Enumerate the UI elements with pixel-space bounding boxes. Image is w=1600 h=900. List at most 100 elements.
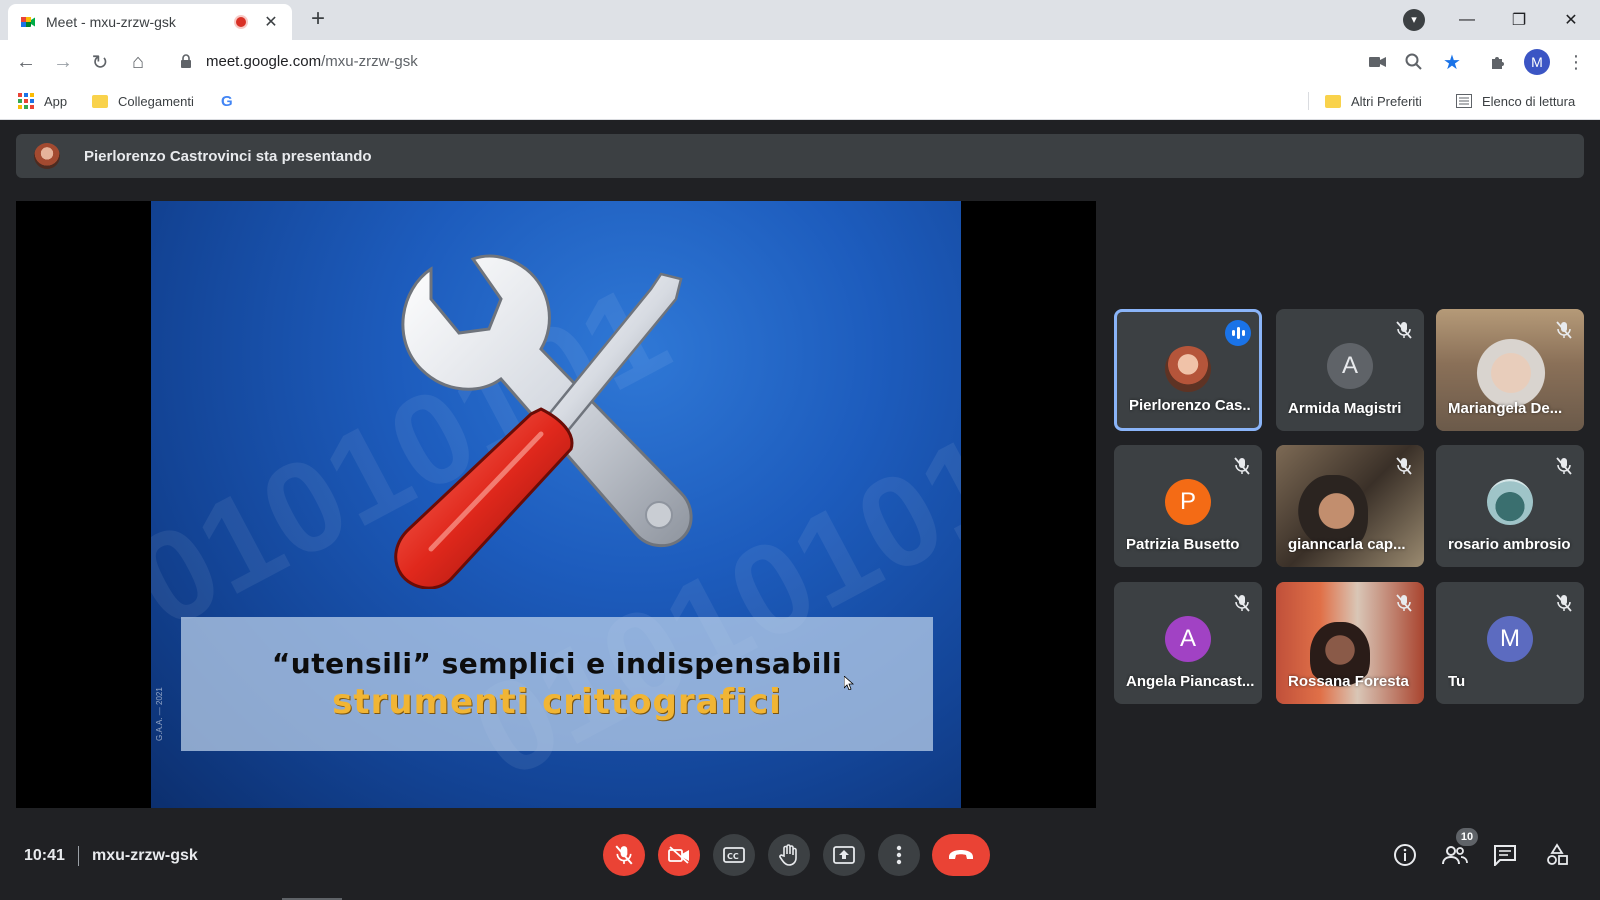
participant-name: Pierlorenzo Cas... (1129, 397, 1251, 414)
restore-icon[interactable]: ❐ (1494, 0, 1544, 40)
info-icon (1394, 844, 1416, 866)
captions-button[interactable]: CC (713, 834, 755, 876)
mic-off-icon (615, 845, 633, 865)
minimize-icon[interactable]: — (1442, 0, 1492, 40)
tab-search-icon[interactable]: ▾ (1403, 9, 1425, 31)
participant-avatar (1487, 479, 1533, 525)
people-icon (1442, 846, 1468, 865)
url-text: meet.google.com/mxu-zrzw-gsk (206, 52, 418, 70)
meet-main: Pierlorenzo Castrovinci sta presentando … (0, 120, 1600, 900)
participant-name: Tu (1448, 673, 1466, 690)
reading-list-label: Elenco di lettura (1482, 93, 1576, 109)
bookmarks-bar: App Collegamenti G Altri Preferiti Elenc… (0, 82, 1600, 120)
presenting-text: Pierlorenzo Castrovinci sta presentando (84, 147, 372, 165)
participant-name: Mariangela De... (1448, 400, 1563, 417)
mic-off-icon (1556, 594, 1572, 612)
microphone-toggle-button[interactable] (603, 834, 645, 876)
profile-avatar[interactable]: M (1524, 49, 1550, 75)
participant-tile-rossana[interactable]: Rossana Foresta (1276, 582, 1424, 704)
meeting-controls-bar: 10:41 mxu-zrzw-gsk CC 10 (0, 810, 1600, 900)
more-options-button[interactable] (878, 834, 920, 876)
bookmark-apps[interactable]: App (18, 91, 67, 111)
window-close-icon[interactable]: ✕ (1546, 0, 1596, 40)
participant-avatar: A (1327, 343, 1373, 389)
participant-name: Rossana Foresta (1288, 673, 1409, 690)
participant-tile-mariangela[interactable]: Mariangela De... (1436, 309, 1584, 431)
hang-up-icon (949, 850, 973, 859)
mic-off-icon (1234, 594, 1250, 612)
browser-tab[interactable]: Meet - mxu-zrzw-gsk ✕ (8, 4, 292, 40)
browser-tab-strip: Meet - mxu-zrzw-gsk ✕ + ▾ — ❐ ✕ (0, 0, 1600, 40)
activities-button[interactable] (1542, 840, 1572, 870)
bookmark-apps-label: App (44, 93, 68, 109)
participant-tile-gianncarla[interactable]: gianncarla cap... (1276, 445, 1424, 567)
slide-caption: “utensili” semplici e indispensabili str… (181, 617, 933, 751)
participant-tile-pierlorenzo[interactable]: Pierlorenzo Cas... (1114, 309, 1262, 431)
address-bar[interactable]: meet.google.com/mxu-zrzw-gsk (166, 44, 1436, 78)
bookmark-star-icon[interactable]: ★ (1440, 50, 1464, 74)
bookmark-collegamenti-label: Collegamenti (118, 93, 194, 109)
mic-off-icon (1234, 457, 1250, 475)
reading-list[interactable]: Elenco di lettura (1456, 91, 1575, 111)
bookmark-google-icon[interactable]: G (221, 91, 233, 111)
folder-icon (1325, 94, 1341, 108)
participant-tile-armida[interactable]: A Armida Magistri (1276, 309, 1424, 431)
reload-icon[interactable]: ↻ (86, 48, 114, 76)
folder-icon (92, 94, 108, 108)
browser-menu-icon[interactable]: ⋮ (1564, 50, 1588, 74)
mic-off-icon (1556, 321, 1572, 339)
svg-text:CC: CC (727, 852, 739, 861)
bookmark-other[interactable]: Altri Preferiti (1325, 91, 1422, 111)
slide-caption-line2: strumenti crittografici (332, 682, 782, 722)
meeting-details-button[interactable] (1390, 840, 1420, 870)
leave-call-button[interactable] (932, 834, 990, 876)
participant-name: gianncarla cap... (1288, 536, 1406, 553)
participant-name: Armida Magistri (1288, 400, 1402, 417)
forward-icon[interactable]: → (49, 48, 77, 76)
participant-tile-angela[interactable]: A Angela Piancast... (1114, 582, 1262, 704)
participant-tile-self[interactable]: M Tu (1436, 582, 1584, 704)
meet-favicon-icon (21, 17, 35, 27)
mic-off-icon (1396, 594, 1412, 612)
speaking-indicator-icon (1225, 320, 1251, 346)
camera-toggle-button[interactable] (658, 834, 700, 876)
mic-off-icon (1396, 321, 1412, 339)
slide-caption-line1: “utensili” semplici e indispensabili (271, 647, 843, 680)
new-tab-button[interactable]: + (304, 6, 332, 34)
back-icon[interactable]: ← (12, 48, 40, 76)
presenter-avatar (34, 143, 60, 169)
activities-icon (1547, 843, 1568, 865)
camera-in-use-icon[interactable] (1366, 50, 1390, 74)
clock-divider (78, 846, 79, 866)
participant-avatar: A (1165, 616, 1211, 662)
tab-close-icon[interactable]: ✕ (262, 12, 280, 32)
bookmark-collegamenti[interactable]: Collegamenti (92, 91, 194, 111)
participant-name: Patrizia Busetto (1126, 536, 1240, 553)
participant-tile-rosario[interactable]: rosario ambrosio (1436, 445, 1584, 567)
mouse-cursor-icon (844, 676, 854, 690)
present-icon (833, 846, 855, 864)
bookmark-other-label: Altri Preferiti (1351, 93, 1422, 109)
reading-list-icon (1456, 94, 1472, 108)
more-vert-icon (896, 845, 902, 865)
raise-hand-button[interactable] (768, 834, 810, 876)
chat-icon (1494, 845, 1516, 866)
slide-credit: G.A.A. — 2021 (155, 687, 164, 741)
participant-tile-patrizia[interactable]: P Patrizia Busetto (1114, 445, 1262, 567)
present-screen-button[interactable] (823, 834, 865, 876)
participant-avatar: P (1165, 479, 1211, 525)
captions-icon: CC (723, 847, 745, 863)
home-icon[interactable]: ⌂ (124, 48, 152, 76)
recording-indicator-icon (234, 15, 248, 29)
zoom-icon[interactable] (1402, 50, 1426, 74)
hand-icon (779, 844, 797, 866)
presentation-stage[interactable]: 01010101 01010101 “utensili” semplici e … (16, 201, 1096, 808)
browser-toolbar: ← → ↻ ⌂ meet.google.com/mxu-zrzw-gsk ★ M… (0, 40, 1600, 82)
bookmarks-divider (1308, 92, 1309, 110)
extensions-icon[interactable] (1486, 50, 1510, 74)
mic-off-icon (1396, 457, 1412, 475)
lock-icon (181, 54, 191, 68)
people-count-badge: 10 (1456, 828, 1478, 846)
chat-button[interactable] (1490, 840, 1520, 870)
participant-avatar: M (1487, 616, 1533, 662)
